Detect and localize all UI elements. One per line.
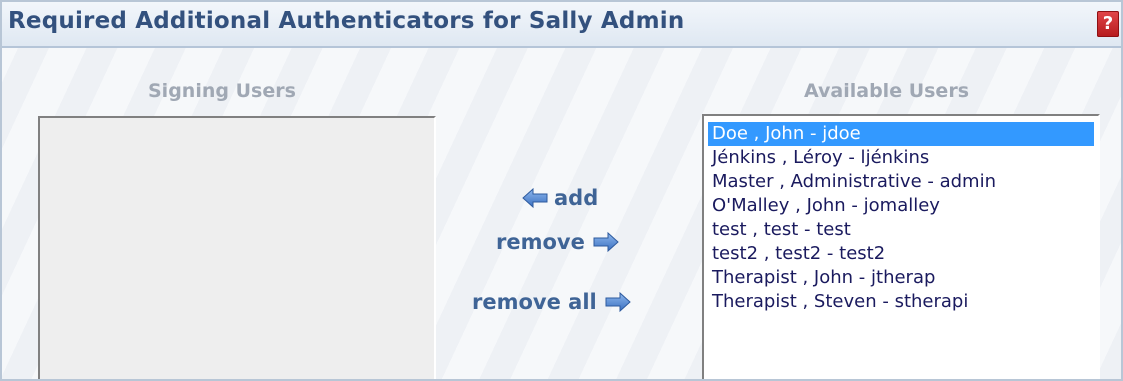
list-item[interactable]: Jénkins , Léroy - ljénkins xyxy=(708,146,1094,170)
signing-users-list[interactable] xyxy=(38,116,436,379)
arrow-right-icon xyxy=(605,291,631,313)
add-button[interactable]: add xyxy=(522,186,598,210)
list-item[interactable]: test , test - test xyxy=(708,218,1094,242)
add-label: add xyxy=(554,186,599,210)
remove-label: remove xyxy=(496,230,585,254)
list-item[interactable]: O'Malley , John - jomalley xyxy=(708,194,1094,218)
panel-title: Required Additional Authenticators for S… xyxy=(8,8,685,34)
list-item[interactable]: Therapist , Steven - stherapi xyxy=(708,290,1094,314)
remove-button[interactable]: remove xyxy=(496,230,619,254)
available-users-heading: Available Users xyxy=(804,80,969,102)
arrow-right-icon xyxy=(593,231,619,253)
help-icon[interactable]: ? xyxy=(1097,11,1119,37)
list-item[interactable]: Master , Administrative - admin xyxy=(708,170,1094,194)
list-item[interactable]: Therapist , John - jtherap xyxy=(708,266,1094,290)
remove-all-button[interactable]: remove all xyxy=(472,290,631,314)
arrow-left-icon xyxy=(522,187,548,209)
remove-all-label: remove all xyxy=(472,290,597,314)
list-item[interactable]: test2 , test2 - test2 xyxy=(708,242,1094,266)
title-bar: Required Additional Authenticators for S… xyxy=(2,2,1121,48)
authenticators-panel: Required Additional Authenticators for S… xyxy=(0,0,1123,381)
signing-users-heading: Signing Users xyxy=(148,80,296,102)
list-item[interactable]: Doe , John - jdoe xyxy=(708,122,1094,146)
available-users-list[interactable]: Doe , John - jdoe Jénkins , Léroy - ljén… xyxy=(702,114,1100,379)
